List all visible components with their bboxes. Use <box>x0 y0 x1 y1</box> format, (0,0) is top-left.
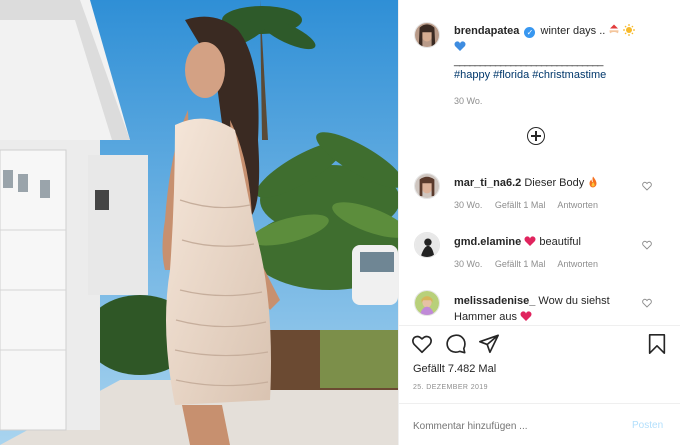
blue-heart-emoji-icon <box>454 41 466 51</box>
comment-age: 30 Wo. <box>454 259 483 269</box>
actions-divider <box>399 325 680 326</box>
add-comment-input[interactable] <box>413 421 613 432</box>
comment-text: Dieser Body <box>524 177 585 189</box>
commenter-username[interactable]: melissadenise_ <box>454 295 535 307</box>
commenter-avatar[interactable] <box>414 232 440 258</box>
santa-emoji-icon <box>609 24 620 36</box>
bookmark-icon[interactable] <box>646 333 668 355</box>
comment-age: 30 Wo. <box>454 200 483 210</box>
speech-bubble-icon[interactable] <box>445 333 467 355</box>
post-image <box>0 0 398 445</box>
commenter-username[interactable]: mar_ti_na6.2 <box>454 177 521 189</box>
commenter-avatar[interactable] <box>414 290 440 316</box>
caption-text: winter days .. <box>540 25 606 37</box>
post-actions <box>399 331 680 359</box>
sun-emoji-icon <box>623 24 636 36</box>
commenter-username[interactable]: gmd.elamine <box>454 236 521 248</box>
add-comment-bar: Posten <box>399 405 680 445</box>
load-more-comments-icon[interactable] <box>527 127 545 145</box>
comment-body: gmd.elamine beautiful <box>454 235 644 249</box>
comment-likes[interactable]: Gefällt 1 Mal <box>495 200 546 210</box>
reply-button[interactable]: Antworten <box>557 259 598 269</box>
caption-hashtags[interactable]: #happy #florida #christmastime <box>454 69 606 81</box>
post-comment-button[interactable]: Posten <box>632 420 663 431</box>
author-username[interactable]: brendapatea <box>454 25 519 37</box>
comment-meta: 30 Wo. Gefällt 1 Mal Antworten <box>454 259 608 269</box>
commenter-avatar-image <box>415 174 439 198</box>
red-heart-emoji-icon <box>520 311 532 321</box>
likes-count[interactable]: Gefällt 7.482 Mal <box>413 363 496 375</box>
caption-separator: _____________________________ <box>454 55 603 67</box>
red-heart-emoji-icon <box>524 236 536 246</box>
comment-body: melissadenise_ Wow du siehst Hammer aus <box>454 293 644 325</box>
fire-emoji-icon <box>589 176 597 188</box>
author-avatar[interactable] <box>414 22 440 48</box>
post-caption: brendapatea ✓ winter days .. ___________… <box>454 23 669 83</box>
commenter-avatar-image <box>415 233 439 257</box>
comment-bar-divider <box>399 403 680 404</box>
verified-badge-icon: ✓ <box>524 27 536 38</box>
post-side-panel: brendapatea ✓ winter days .. ___________… <box>399 0 680 445</box>
post-date[interactable]: 25. DEZEMBER 2019 <box>413 384 488 391</box>
post-photo[interactable] <box>0 0 398 445</box>
comment-body: mar_ti_na6.2 Dieser Body <box>454 176 644 190</box>
comments-list[interactable]: brendapatea ✓ winter days .. ___________… <box>399 0 680 325</box>
paper-plane-icon[interactable] <box>478 333 500 355</box>
comment-text: beautiful <box>539 236 581 248</box>
comment-like-heart-icon[interactable] <box>642 181 652 191</box>
comment-meta: 30 Wo. Gefällt 1 Mal Antworten <box>454 200 608 210</box>
comment-likes[interactable]: Gefällt 1 Mal <box>495 259 546 269</box>
caption-age: 30 Wo. <box>454 96 483 106</box>
comment-like-heart-icon[interactable] <box>642 298 652 308</box>
heart-outline-icon[interactable] <box>411 333 433 355</box>
commenter-avatar[interactable] <box>414 173 440 199</box>
comment-like-heart-icon[interactable] <box>642 240 652 250</box>
instagram-post: brendapatea ✓ winter days .. ___________… <box>0 0 680 445</box>
commenter-avatar-image <box>415 291 439 315</box>
reply-button[interactable]: Antworten <box>557 200 598 210</box>
author-avatar-image <box>415 23 439 47</box>
